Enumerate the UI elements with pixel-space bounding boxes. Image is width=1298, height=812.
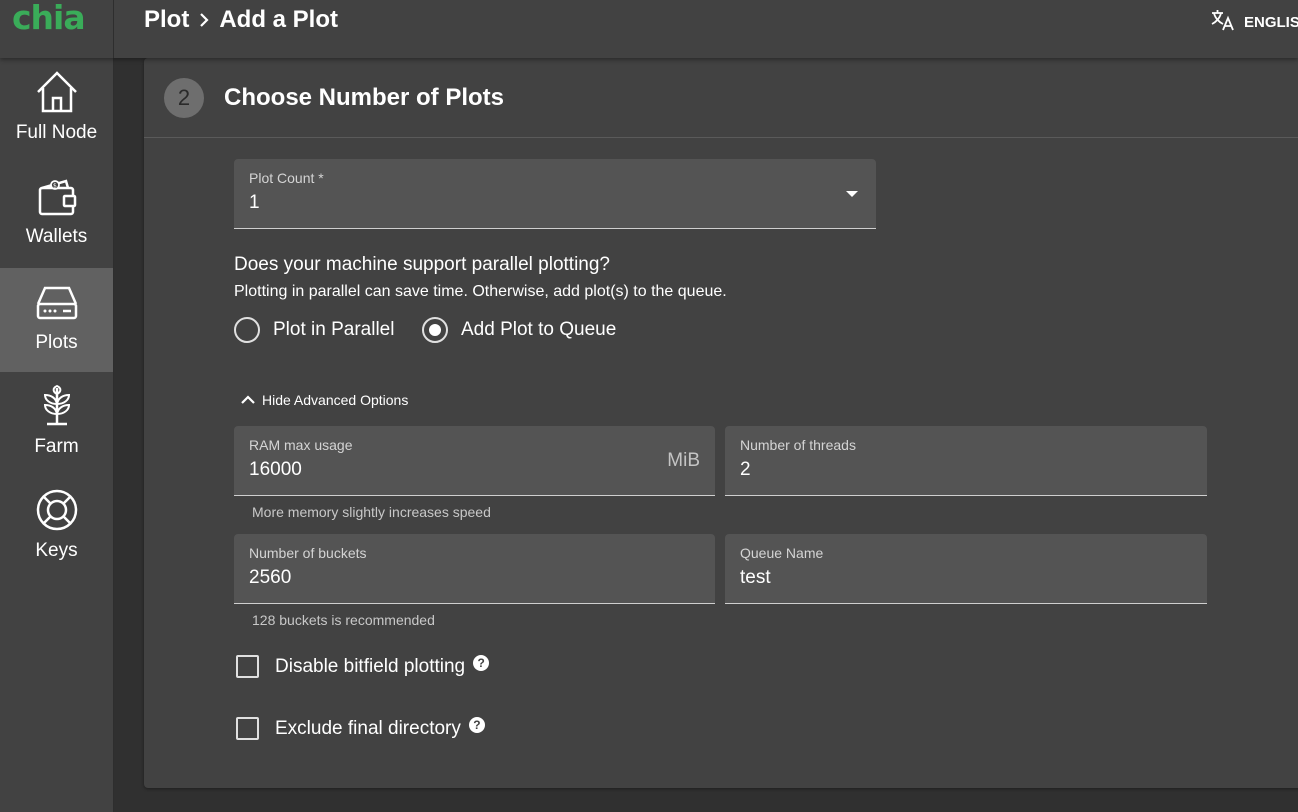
threads-label: Number of threads bbox=[740, 437, 856, 453]
main-content: 2 Choose Number of Plots Plot Count * 1 … bbox=[114, 58, 1298, 812]
app-window: chia Plot Add a Plot ENGLISH bbox=[0, 0, 1298, 812]
lifebuoy-icon bbox=[36, 489, 77, 531]
breadcrumb: Plot Add a Plot bbox=[144, 6, 338, 34]
wallet-icon: $ bbox=[38, 179, 76, 216]
buckets-value: 2560 bbox=[249, 567, 292, 588]
buckets-helper-text: 128 buckets is recommended bbox=[252, 612, 435, 628]
dropdown-arrow-icon bbox=[846, 191, 858, 197]
ram-unit: MiB bbox=[667, 450, 700, 471]
step-number-badge: 2 bbox=[164, 78, 204, 118]
language-label: ENGLISH bbox=[1244, 13, 1298, 31]
ram-value: 16000 bbox=[249, 459, 302, 480]
parallel-subtext: Plotting in parallel can save time. Othe… bbox=[234, 283, 727, 300]
checkbox-exclude-final-directory[interactable]: Exclude final directory ? bbox=[236, 716, 485, 740]
breadcrumb-page: Add a Plot bbox=[219, 6, 338, 33]
sprout-icon bbox=[43, 384, 70, 426]
checkbox-unchecked-icon bbox=[236, 717, 259, 740]
logo-container: chia bbox=[0, 0, 114, 58]
chia-logo[interactable]: chia bbox=[12, 0, 86, 36]
sidebar-item-plots[interactable]: Plots bbox=[0, 268, 113, 372]
sidebar-item-label: Keys bbox=[35, 540, 78, 561]
sidebar-item-keys[interactable]: Keys bbox=[0, 476, 113, 580]
buckets-label: Number of buckets bbox=[249, 545, 367, 561]
queue-label: Queue Name bbox=[740, 545, 824, 561]
threads-value: 2 bbox=[740, 459, 751, 480]
top-app-bar: chia Plot Add a Plot ENGLISH bbox=[0, 0, 1298, 58]
checkbox-label: Disable bitfield plotting bbox=[275, 655, 466, 677]
step-title: Choose Number of Plots bbox=[224, 84, 505, 111]
plot-count-select[interactable]: Plot Count * 1 bbox=[234, 159, 876, 229]
breadcrumb-section[interactable]: Plot bbox=[144, 6, 189, 34]
plot-count-label: Plot Count * bbox=[249, 170, 324, 186]
radio-checked-icon bbox=[422, 317, 448, 343]
sidebar-item-label: Full Node bbox=[15, 122, 98, 143]
sidebar: Full Node $ Wallets Plots Farm Keys bbox=[0, 58, 114, 812]
help-icon[interactable]: ? bbox=[473, 654, 490, 671]
radio-plot-in-parallel[interactable]: Plot in Parallel bbox=[234, 317, 394, 343]
ram-helper-text: More memory slightly increases speed bbox=[252, 504, 491, 520]
ram-max-usage-field[interactable]: RAM max usage 16000 MiB bbox=[234, 426, 715, 496]
checkbox-disable-bitfield-plotting[interactable]: Disable bitfield plotting ? bbox=[236, 654, 490, 678]
help-icon[interactable]: ? bbox=[468, 716, 485, 733]
sidebar-item-label: Farm bbox=[34, 436, 79, 457]
ram-label: RAM max usage bbox=[249, 437, 353, 453]
radio-unchecked-icon bbox=[234, 317, 260, 343]
queue-name-field[interactable]: Queue Name test bbox=[725, 534, 1207, 604]
queue-value: test bbox=[740, 567, 771, 588]
plot-count-value: 1 bbox=[249, 192, 260, 213]
sidebar-item-full-node[interactable]: Full Node bbox=[0, 58, 113, 162]
radio-add-plot-to-queue[interactable]: Add Plot to Queue bbox=[422, 317, 616, 343]
sidebar-item-farm[interactable]: Farm bbox=[0, 372, 113, 476]
number-of-threads-field[interactable]: Number of threads 2 bbox=[725, 426, 1207, 496]
sidebar-item-label: Wallets bbox=[25, 226, 88, 247]
sidebar-item-wallets[interactable]: $ Wallets bbox=[0, 162, 113, 266]
home-icon bbox=[36, 71, 77, 113]
advanced-toggle-label: Hide Advanced Options bbox=[262, 392, 409, 408]
sidebar-item-label: Plots bbox=[35, 332, 78, 353]
hide-advanced-options-button[interactable]: Hide Advanced Options bbox=[240, 392, 408, 408]
language-selector[interactable]: ENGLISH bbox=[1210, 8, 1298, 36]
checkbox-label: Exclude final directory bbox=[275, 717, 461, 739]
chevron-up-icon bbox=[241, 395, 255, 404]
radio-label: Plot in Parallel bbox=[273, 319, 395, 340]
checkbox-unchecked-icon bbox=[236, 655, 259, 678]
number-of-buckets-field[interactable]: Number of buckets 2560 bbox=[234, 534, 715, 604]
hard-drive-icon bbox=[36, 286, 77, 320]
radio-label: Add Plot to Queue bbox=[461, 319, 617, 340]
divider bbox=[144, 137, 1298, 138]
step-card: 2 Choose Number of Plots Plot Count * 1 … bbox=[144, 58, 1298, 788]
svg-text:$: $ bbox=[53, 183, 57, 190]
chevron-right-icon bbox=[189, 6, 219, 34]
translate-icon bbox=[1210, 8, 1236, 36]
parallel-question: Does your machine support parallel plott… bbox=[234, 254, 610, 275]
